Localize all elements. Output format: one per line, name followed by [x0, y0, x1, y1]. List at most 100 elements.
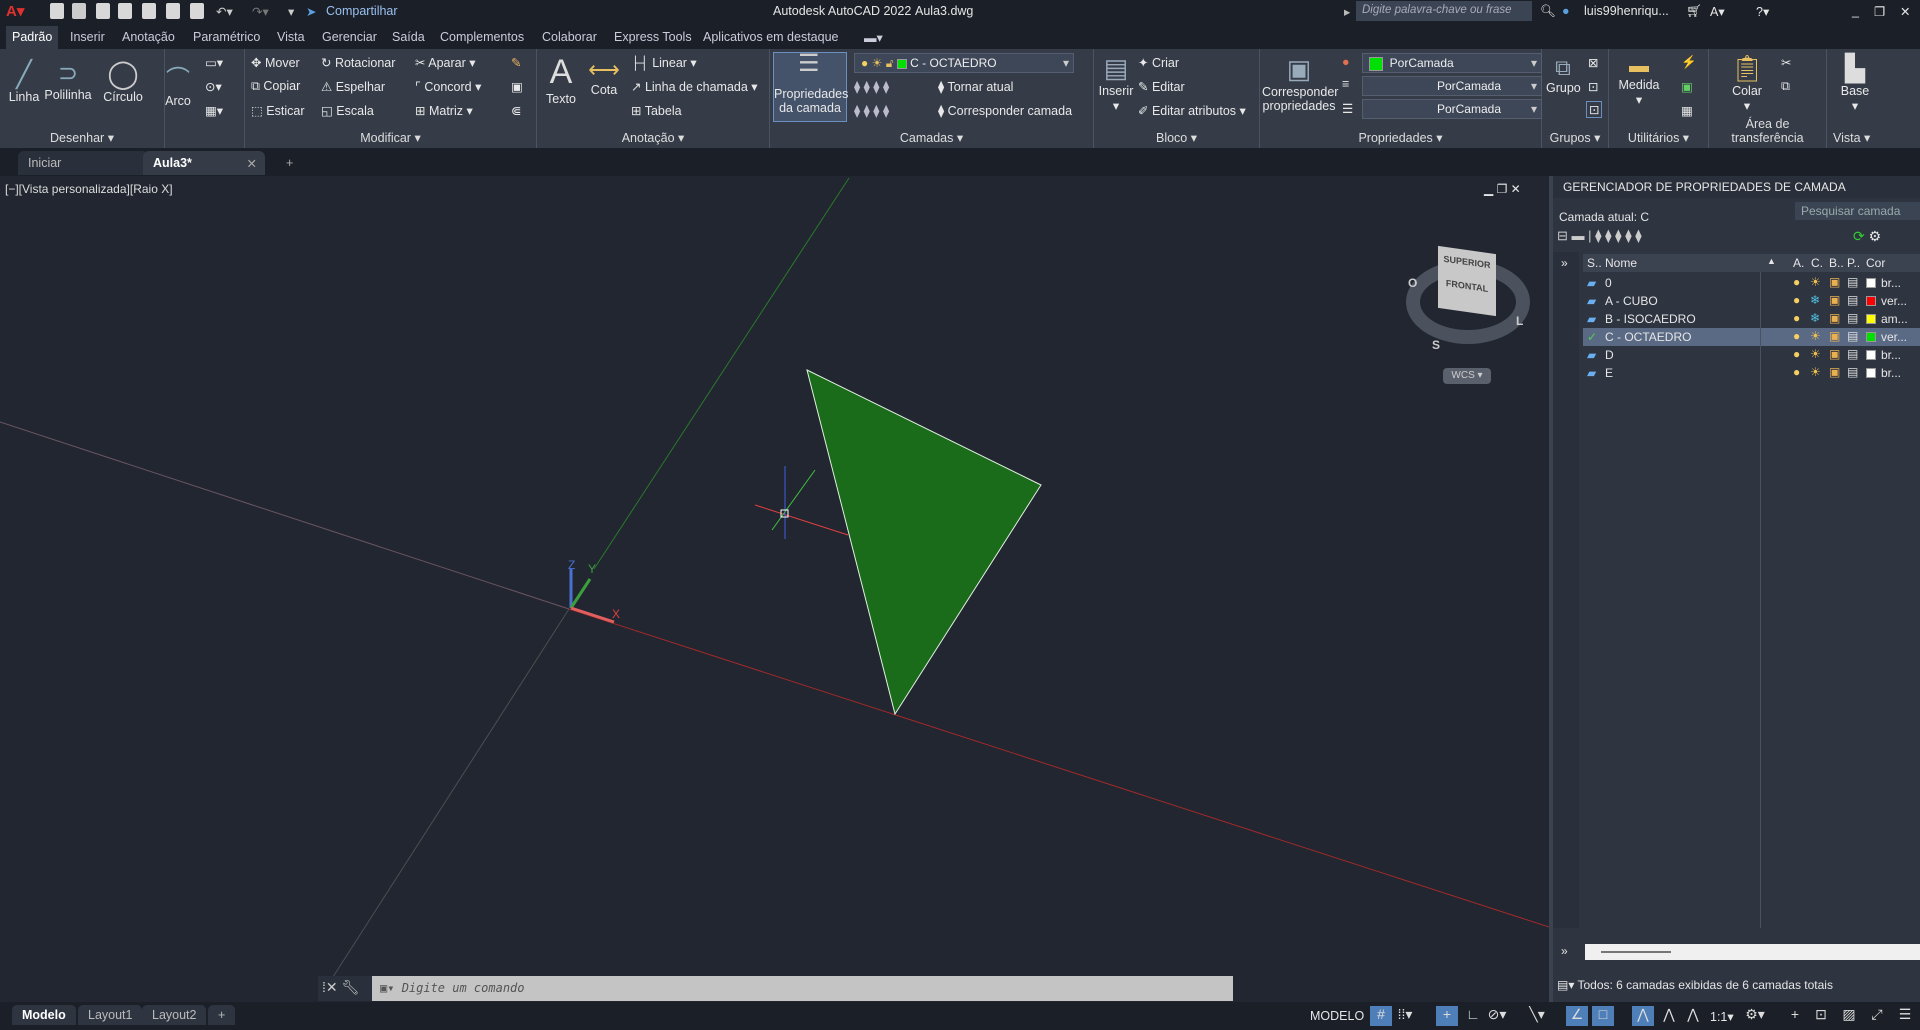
expand-search-icon[interactable]: ▸ [1344, 4, 1350, 19]
create-block-button[interactable]: ✦ Criar [1138, 55, 1179, 70]
drawing-viewport[interactable]: Z Y X [−][Vista personalizada][Raio X] ▁… [0, 176, 1549, 1002]
viewport-window-controls[interactable]: ▁ ❐ ✕ [1484, 182, 1521, 196]
grid-icon[interactable]: # [1370, 1006, 1392, 1026]
annotation-scale-icon[interactable]: ⋀ [1682, 1006, 1704, 1026]
ribbon-minimize-icon[interactable]: ▬▾ [864, 30, 883, 45]
select-all-icon[interactable]: ▣ [1681, 79, 1693, 94]
line-button[interactable]: ╱ Linha [6, 59, 42, 104]
customize-command-icon[interactable]: 🔧︎ [342, 979, 360, 995]
panel-title-propriedades[interactable]: Propriedades ▾ [1260, 130, 1541, 145]
text-button[interactable]: A Texto [543, 53, 579, 106]
freeze-icon[interactable]: ❄ [1810, 293, 1820, 307]
tab-saida[interactable]: Saída [392, 30, 425, 44]
expand-filters-icon[interactable]: » [1553, 252, 1579, 274]
layer-row[interactable]: ▰ A - CUBO ● ❄ ▣ ▤ ver... [1583, 292, 1920, 310]
auto-scale-icon[interactable]: ⋀ [1658, 1006, 1680, 1026]
sun-icon[interactable]: ☀ [1810, 347, 1821, 361]
layer-horizontal-scrollbar[interactable] [1585, 944, 1920, 960]
table-button[interactable]: ⊞ Tabela [631, 103, 682, 118]
panel-title-camadas[interactable]: Camadas ▾ [770, 130, 1093, 145]
restore-button[interactable]: ❐ [1874, 4, 1885, 19]
ortho-icon[interactable]: ∟ [1462, 1006, 1484, 1026]
match-properties-button[interactable]: ▣ Corresponder propriedades [1262, 53, 1338, 113]
layer-row[interactable]: ▰ E ● ☀ ▣ ▤ br... [1583, 364, 1920, 382]
user-menu[interactable]: luis99henriqu... [1584, 4, 1669, 18]
col-on[interactable]: A. [1793, 256, 1804, 270]
color-swatch[interactable] [1866, 314, 1876, 324]
sun-icon[interactable]: ☀ [1810, 365, 1821, 379]
panel-title-grupos[interactable]: Grupos ▾ [1542, 130, 1608, 145]
annotation-visibility-icon[interactable]: ⋀ [1632, 1006, 1654, 1026]
tab-colaborar[interactable]: Colaborar [542, 30, 597, 44]
paste-button[interactable]: 📋︎ Colar ▾ [1729, 53, 1765, 113]
object-snap-icon[interactable]: □ [1592, 1006, 1614, 1026]
trim-button[interactable]: ✂ Aparar ▾ [415, 55, 476, 70]
doc-tab-aula3[interactable]: Aula3* ✕ [143, 151, 265, 175]
search-icon[interactable]: 🔍︎ [1540, 4, 1556, 19]
linear-button[interactable]: ├┤ Linear ▾ [631, 55, 697, 70]
tab-inserir[interactable]: Inserir [70, 30, 105, 44]
isodraft-icon[interactable]: ╲▾ [1526, 1006, 1548, 1026]
rectangle-icon[interactable]: ▭▾ [205, 55, 223, 70]
layer-name[interactable]: A - CUBO [1605, 294, 1658, 308]
layer-toolbar-icons[interactable]: ⊟ ▬ | ⧫ ⧫ ⧫ ⧫ ⧫ [1557, 228, 1642, 244]
unlock-icon[interactable]: ▣ [1829, 329, 1840, 343]
color-name[interactable]: ver... [1881, 330, 1907, 344]
unlock-icon[interactable]: ▣ [1829, 293, 1840, 307]
plot-icon[interactable]: ▤ [1847, 311, 1858, 325]
lightbulb-icon[interactable]: ● [1793, 311, 1800, 325]
layer-tools-row1-icons[interactable]: ⧫ ⧫ ⧫ ⧫ [854, 79, 889, 94]
color-swatch[interactable] [1866, 350, 1876, 360]
color-dropdown[interactable]: PorCamada [1362, 53, 1542, 73]
annotation-scale-dropdown[interactable]: 1:1▾ [1710, 1009, 1734, 1024]
lightbulb-icon[interactable]: ● [1793, 329, 1800, 343]
base-view-button[interactable]: ▙ Base ▾ [1837, 53, 1873, 113]
new-layout-button[interactable]: + [208, 1005, 236, 1025]
copy-button[interactable]: ⧉ Copiar [251, 79, 300, 94]
scale-button[interactable]: ◱ Escala [321, 103, 374, 118]
save-as-icon[interactable] [118, 3, 132, 19]
tab-parametrico[interactable]: Paramétrico [193, 30, 260, 44]
units-icon[interactable]: ⊡ [1810, 1006, 1832, 1026]
close-tab-icon[interactable]: ✕ [247, 156, 257, 171]
object-snap-tracking-icon[interactable]: ∠ [1566, 1006, 1588, 1026]
viewcube[interactable]: SUPERIOR FRONTAL [1438, 245, 1496, 317]
share-button[interactable]: Compartilhar [326, 4, 398, 18]
ellipse-icon[interactable]: ⊙▾ [205, 79, 222, 94]
sun-icon[interactable]: ☀ [1810, 275, 1821, 289]
layer-properties-button[interactable]: ☰ Propriedades da camada [773, 52, 848, 122]
fullscreen-icon[interactable]: ⤢ [1866, 1006, 1888, 1026]
lightbulb-icon[interactable]: ● [1793, 293, 1800, 307]
lightbulb-icon[interactable]: ● [1793, 275, 1800, 289]
collapse-icon[interactable]: » [1553, 944, 1579, 958]
annotation-monitor-icon[interactable]: + [1784, 1006, 1806, 1026]
help-icon[interactable]: ?▾ [1756, 4, 1769, 19]
panel-title-bloco[interactable]: Bloco ▾ [1094, 130, 1259, 145]
group-select-icon[interactable]: ⊡ [1586, 101, 1603, 118]
fillet-button[interactable]: ⌜ Concord ▾ [415, 79, 481, 94]
explode-icon[interactable]: ▣ [511, 79, 523, 94]
autodesk-a360-icon[interactable]: A▾ [1710, 4, 1725, 19]
snap-icon[interactable]: ⁞⁞▾ [1394, 1006, 1416, 1026]
col-plot[interactable]: P.. [1847, 256, 1860, 270]
search-input[interactable]: Digite palavra-chave ou frase [1356, 1, 1532, 21]
new-icon[interactable] [50, 3, 64, 19]
edit-block-button[interactable]: ✎ Editar [1138, 79, 1185, 94]
color-name[interactable]: br... [1881, 276, 1901, 290]
layout-tab-model[interactable]: Modelo [12, 1005, 76, 1025]
insert-block-button[interactable]: ▤ Inserir ▾ [1098, 53, 1134, 113]
ucs-dropdown[interactable]: WCS ▾ [1443, 368, 1491, 384]
viewport-controls-label[interactable]: [−][Vista personalizada][Raio X] [5, 182, 173, 196]
layer-panel-title[interactable]: GERENCIADOR DE PROPRIEDADES DE CAMADA [1553, 176, 1920, 198]
copy-clip-icon[interactable]: ⧉ [1781, 79, 1790, 94]
doc-tab-iniciar[interactable]: Iniciar [18, 151, 148, 175]
plot-icon[interactable]: ▤ [1847, 275, 1858, 289]
stretch-button[interactable]: ⬚ Esticar [251, 103, 305, 118]
lightbulb-icon[interactable]: ● [1793, 365, 1800, 379]
layout-tab-layout2[interactable]: Layout2 [142, 1005, 207, 1025]
cart-icon[interactable]: 🛒︎ [1686, 4, 1702, 19]
unlock-icon[interactable]: ▣ [1829, 275, 1840, 289]
offset-icon[interactable]: ⋐ [511, 103, 521, 118]
panel-title-vista[interactable]: Vista ▾ [1833, 130, 1920, 145]
autocad-logo-icon[interactable]: A▾ [6, 2, 24, 20]
